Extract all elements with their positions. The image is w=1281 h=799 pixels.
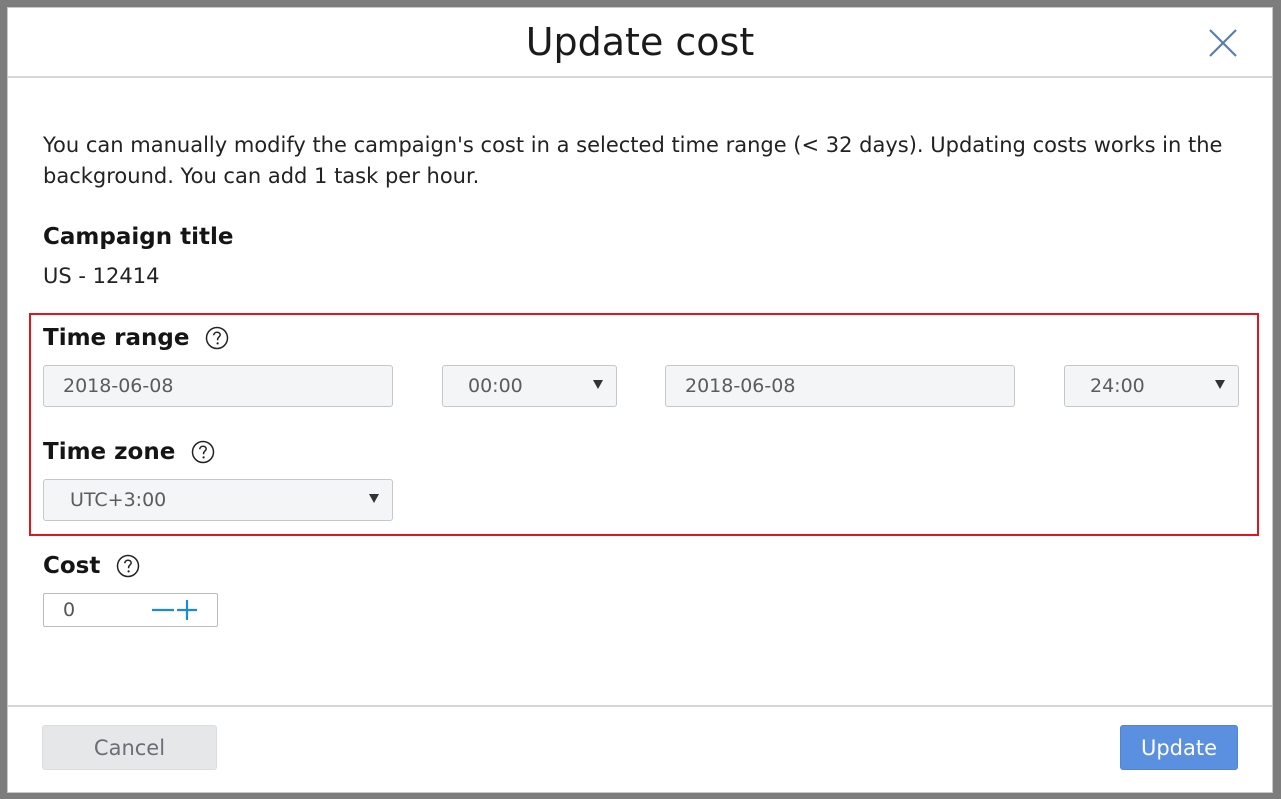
start-date-input[interactable]: 2018-06-08 — [43, 365, 393, 407]
time-zone-select[interactable]: UTC+3:00 — [43, 479, 393, 521]
end-date-input[interactable]: 2018-06-08 — [665, 365, 1015, 407]
start-time-value: 00:00 — [468, 375, 523, 397]
close-button[interactable] — [1206, 26, 1240, 60]
caret-down-icon — [593, 379, 603, 389]
dialog-description: You can manually modify the campaign's c… — [43, 133, 1223, 188]
question-circle-icon[interactable] — [116, 554, 140, 578]
time-zone-value: UTC+3:00 — [70, 489, 167, 511]
time-range-label: Time range — [43, 323, 229, 353]
start-time-select[interactable]: 00:00 — [442, 365, 617, 407]
plus-icon[interactable] — [175, 598, 199, 622]
time-zone-label: Time zone — [43, 437, 215, 467]
question-circle-icon[interactable] — [205, 326, 229, 350]
close-icon — [1209, 29, 1237, 57]
dialog-footer: Cancel Update — [8, 705, 1272, 794]
campaign-title-value: US - 12414 — [43, 264, 160, 288]
caret-down-icon — [1215, 379, 1225, 389]
cost-label: Cost — [43, 551, 140, 581]
end-time-select[interactable]: 24:00 — [1064, 365, 1239, 407]
minus-icon[interactable] — [151, 598, 175, 622]
cancel-button[interactable]: Cancel — [42, 725, 217, 770]
campaign-title-label-text: Campaign title — [43, 224, 234, 250]
time-zone-label-text: Time zone — [43, 439, 176, 465]
cost-stepper[interactable]: 0 — [43, 593, 218, 627]
question-circle-icon[interactable] — [191, 440, 215, 464]
campaign-title-label: Campaign title — [43, 222, 233, 252]
cost-value[interactable]: 0 — [44, 599, 151, 621]
cost-label-text: Cost — [43, 553, 101, 579]
start-date-value: 2018-06-08 — [63, 375, 174, 397]
end-time-value: 24:00 — [1090, 375, 1145, 397]
end-date-value: 2018-06-08 — [685, 375, 796, 397]
update-button[interactable]: Update — [1120, 725, 1238, 770]
update-cost-dialog: Update cost You can manually modify the … — [7, 7, 1273, 793]
dialog-title: Update cost — [525, 20, 755, 64]
time-range-label-text: Time range — [43, 325, 190, 351]
dialog-header: Update cost — [8, 8, 1272, 78]
caret-down-icon — [369, 493, 379, 503]
